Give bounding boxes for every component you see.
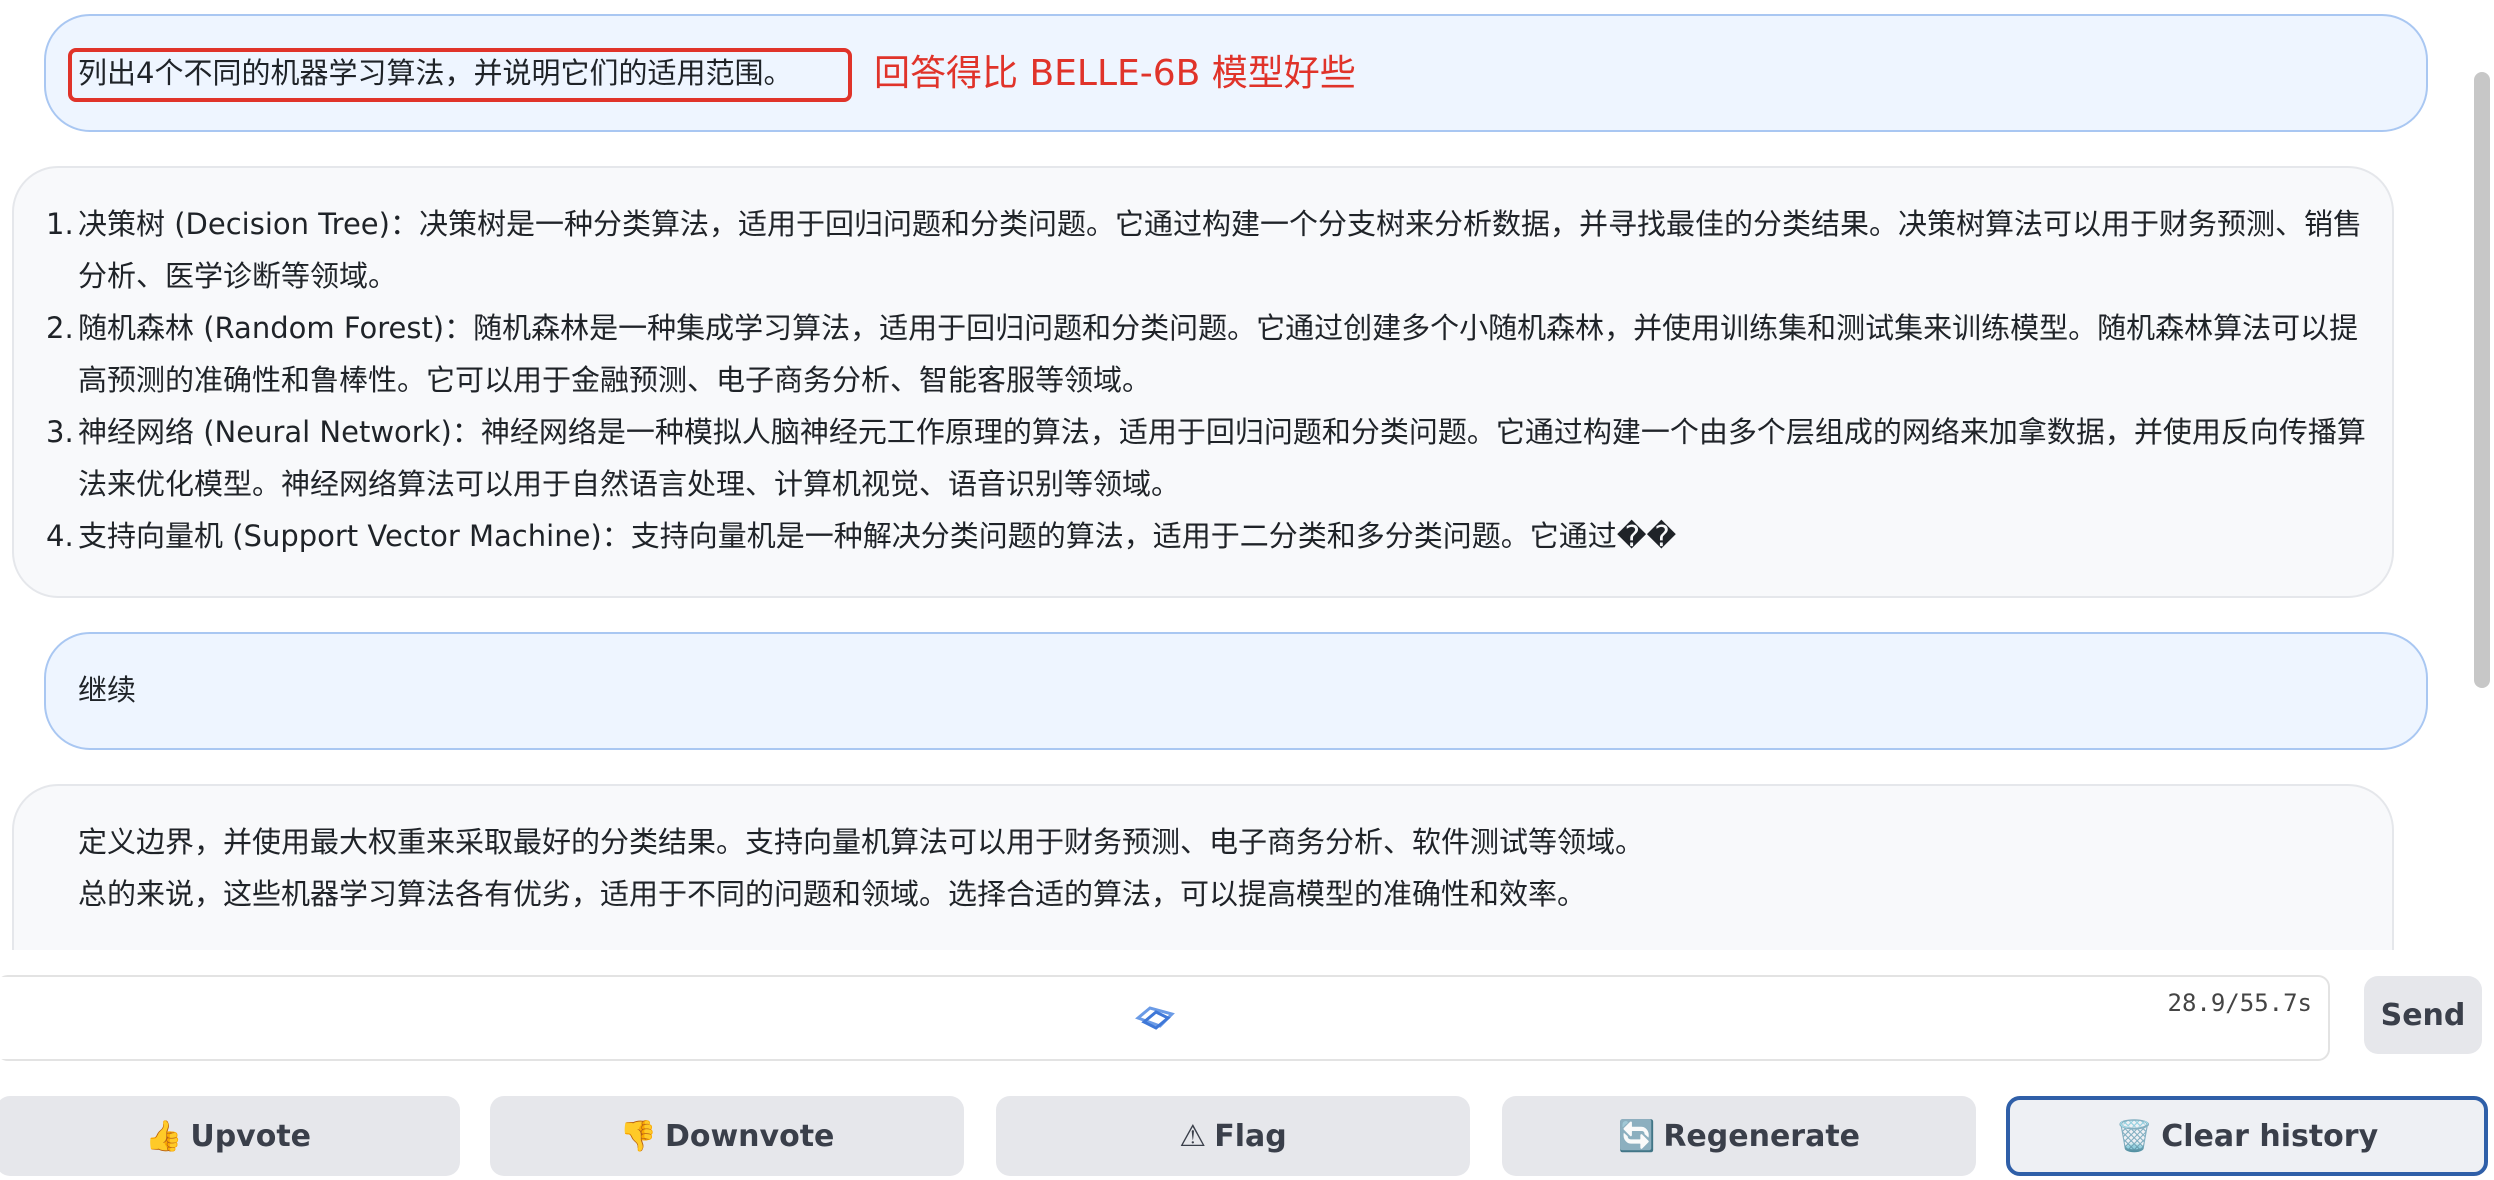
list-item: 1. 决策树 (Decision Tree)：决策树是一种分类算法，适用于回归问… [46, 198, 2376, 302]
list-item: 4. 支持向量机 (Support Vector Machine)：支持向量机是… [46, 510, 2376, 562]
clear-history-button[interactable]: 🗑️ Clear history [2006, 1096, 2488, 1176]
upvote-button[interactable]: 👍 Upvote [0, 1096, 460, 1176]
list-item: 2. 随机森林 (Random Forest)：随机森林是一种集成学习算法，适用… [46, 302, 2376, 406]
list-item-text: 神经网络 (Neural Network)：神经网络是一种模拟人脑神经元工作原理… [78, 415, 2366, 501]
warning-icon: ⚠ [1179, 1118, 1207, 1154]
generation-timer: 28.9/55.7s [2167, 989, 2313, 1017]
user-message-bubble [44, 632, 2428, 750]
assistant-message-line: 总的来说，这些机器学习算法各有优劣，适用于不同的问题和领域。选择合适的算法，可以… [78, 877, 1587, 911]
downvote-label: Downvote [664, 1118, 835, 1154]
downvote-button[interactable]: 👎 Downvote [490, 1096, 964, 1176]
regenerate-button[interactable]: 🔄 Regenerate [1502, 1096, 1976, 1176]
user-message-text: 继续 [78, 673, 137, 707]
list-item: 3. 神经网络 (Neural Network)：神经网络是一种模拟人脑神经元工… [46, 406, 2376, 510]
list-item-text: 支持向量机 (Support Vector Machine)：支持向量机是一种解… [78, 519, 1677, 553]
thumbs-down-icon: 👎 [619, 1118, 657, 1154]
flag-label: Flag [1214, 1118, 1287, 1154]
list-item-text: 随机森林 (Random Forest)：随机森林是一种集成学习算法，适用于回归… [78, 311, 2359, 397]
list-item-number: 4. [46, 519, 74, 553]
chat-scrollbar[interactable] [2470, 0, 2494, 950]
scrollbar-thumb[interactable] [2474, 72, 2490, 688]
regenerate-label: Regenerate [1663, 1118, 1861, 1154]
algorithm-list: 1. 决策树 (Decision Tree)：决策树是一种分类算法，适用于回归问… [46, 198, 2376, 562]
assistant-message-line: 定义边界，并使用最大权重来采取最好的分类结果。支持向量机算法可以用于财务预测、电… [78, 825, 1645, 859]
user-message-text: 列出4个不同的机器学习算法，并说明它们的适用范围。 [78, 56, 793, 90]
thumbs-up-icon: 👍 [144, 1118, 183, 1154]
trash-icon: 🗑️ [2115, 1118, 2154, 1154]
upvote-label: Upvote [190, 1118, 312, 1154]
refresh-icon: 🔄 [1617, 1118, 1656, 1154]
list-item-number: 2. [46, 311, 74, 345]
clear-history-label: Clear history [2161, 1118, 2379, 1154]
list-item-number: 3. [46, 415, 74, 449]
flag-button[interactable]: ⚠ Flag [996, 1096, 1470, 1176]
message-input[interactable] [0, 977, 1194, 1059]
list-item-text: 决策树 (Decision Tree)：决策树是一种分类算法，适用于回归问题和分… [78, 207, 2362, 293]
annotation-text: 回答得比 BELLE-6B 模型好些 [874, 53, 1356, 94]
loading-spinner-icon [1135, 1006, 1175, 1030]
chat-history[interactable]: 列出4个不同的机器学习算法，并说明它们的适用范围。 回答得比 BELLE-6B … [0, 0, 2494, 950]
list-item-number: 1. [46, 207, 74, 241]
send-button[interactable]: Send [2364, 976, 2482, 1054]
